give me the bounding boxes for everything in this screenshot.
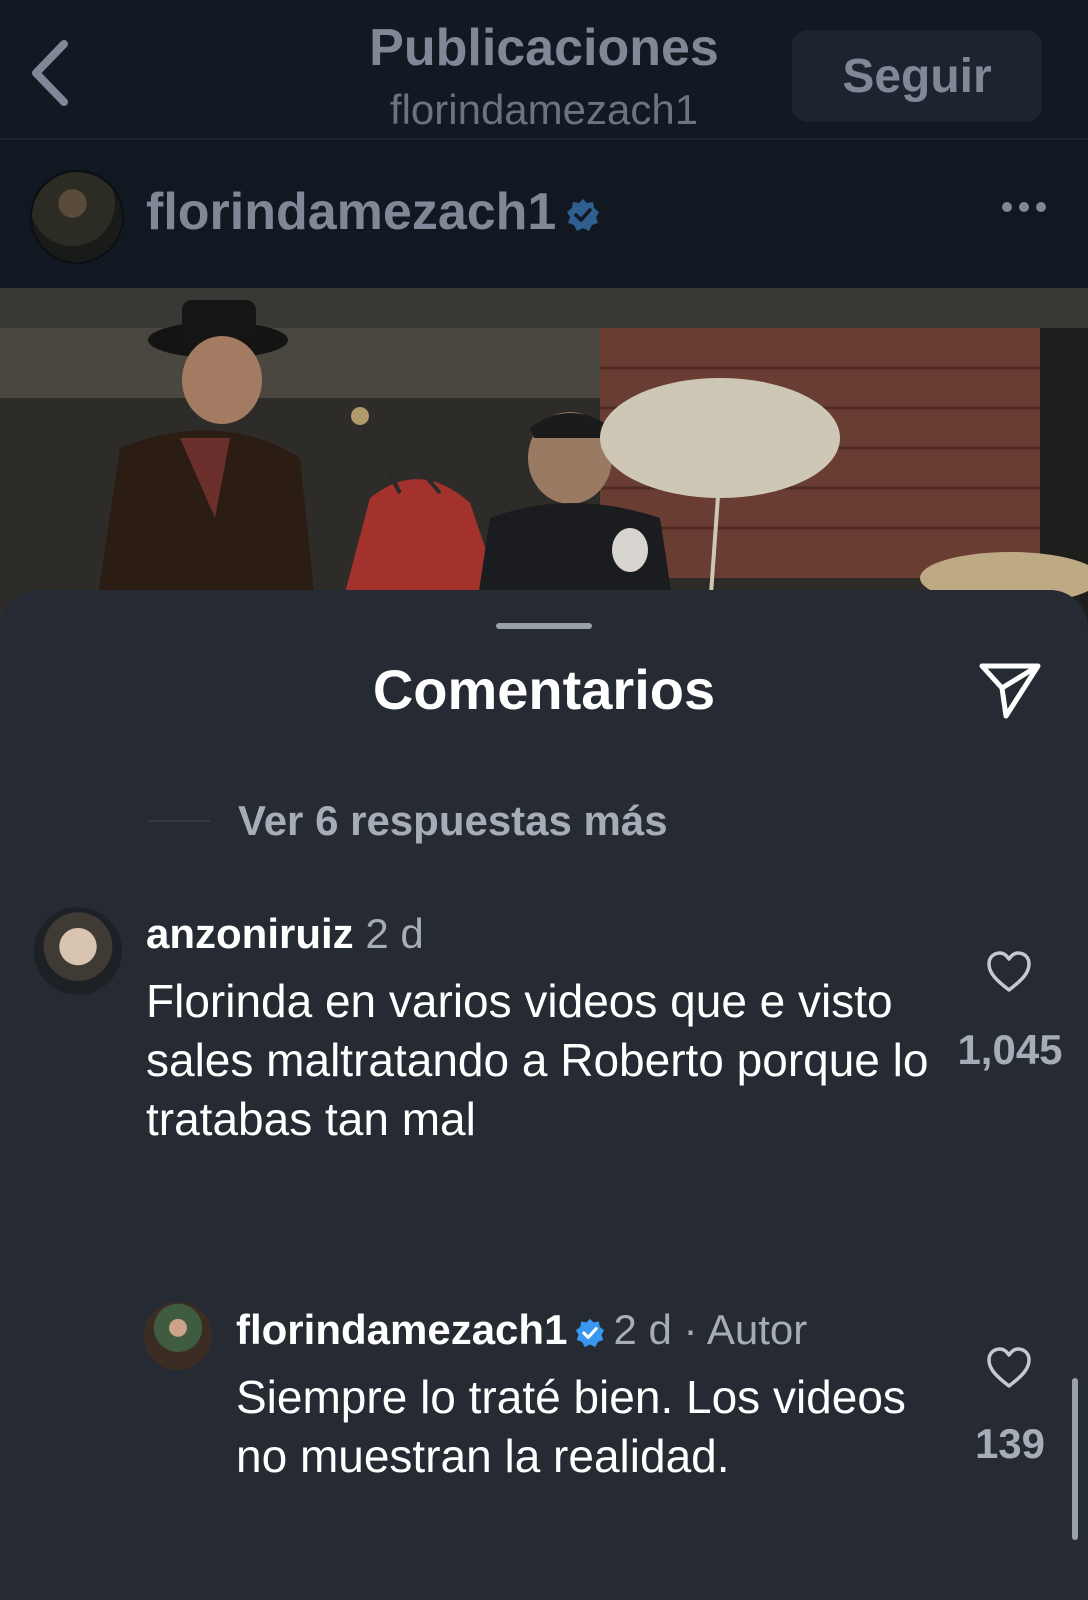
comment-username-row: anzoniruiz 2 d bbox=[146, 910, 424, 958]
heart-icon[interactable] bbox=[986, 1346, 1032, 1390]
view-more-replies-button[interactable]: Ver 6 respuestas más bbox=[238, 797, 668, 845]
scrollbar[interactable] bbox=[1072, 1378, 1078, 1540]
comment-text: Florinda en varios videos que e visto sa… bbox=[146, 975, 929, 1145]
reply-time: 2 d · Autor bbox=[613, 1306, 808, 1353]
follow-button[interactable]: Seguir bbox=[792, 30, 1042, 122]
reply-text: Siempre lo traté bien. Los videos no mue… bbox=[236, 1371, 906, 1482]
reply-avatar[interactable] bbox=[144, 1302, 212, 1370]
comment-username[interactable]: anzoniruiz bbox=[146, 910, 354, 957]
comments-title: Comentarios bbox=[372, 658, 716, 721]
avatar[interactable] bbox=[30, 170, 124, 264]
heart-icon[interactable] bbox=[986, 950, 1032, 994]
reply-username-row: florindamezach1 2 d · Autor bbox=[236, 1306, 807, 1354]
comment-time: 2 d bbox=[365, 910, 424, 957]
verified-badge-icon bbox=[567, 199, 600, 232]
replies-line bbox=[148, 820, 210, 822]
post-username[interactable]: florindamezach1 bbox=[146, 182, 600, 242]
verified-badge-icon bbox=[576, 1318, 605, 1348]
reply-username[interactable]: florindamezach1 bbox=[236, 1306, 567, 1353]
send-icon[interactable] bbox=[978, 660, 1042, 720]
like-count: 139 bbox=[974, 1420, 1046, 1467]
comment-avatar[interactable] bbox=[34, 907, 122, 995]
more-horizontal-icon[interactable] bbox=[1000, 200, 1048, 214]
like-count: 1,045 bbox=[957, 1026, 1063, 1073]
sheet-drag-handle[interactable] bbox=[496, 623, 592, 629]
